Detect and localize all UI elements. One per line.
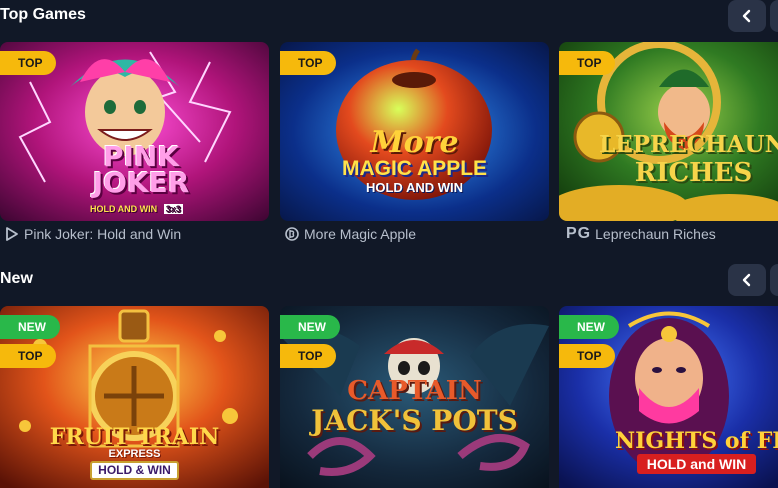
game-name: Leprechaun Riches <box>595 226 716 242</box>
game-card-captain-jacks-pots[interactable]: CAPTAIN JACK'S POTS NEW TOP <box>280 306 549 488</box>
top-badge: TOP <box>0 51 57 75</box>
game-name: Pink Joker: Hold and Win <box>24 226 182 242</box>
game-card-more-magic-apple[interactable]: More MAGIC APPLE HOLD AND WIN TOP <box>280 42 549 221</box>
chevron-left-icon <box>742 9 751 23</box>
top-badge: TOP <box>0 344 57 368</box>
top-games-next-button[interactable] <box>770 0 778 32</box>
top-badge: TOP <box>280 51 337 75</box>
top-badge: TOP <box>559 51 616 75</box>
section-title-top-games: Top Games <box>0 6 86 23</box>
game-art-title: More MAGIC APPLE HOLD AND WIN <box>341 125 488 196</box>
new-games-prev-button[interactable] <box>728 264 766 296</box>
new-games-next-button[interactable] <box>770 264 778 296</box>
chevron-left-icon <box>742 273 751 287</box>
new-badge: NEW <box>0 315 60 339</box>
game-caption-pink-joker[interactable]: Pink Joker: Hold and Win <box>4 224 181 244</box>
game-art-subtitle: HOLD AND WIN 3x3 <box>90 204 183 214</box>
game-card-leprechaun-riches[interactable]: LEPRECHAUN RICHES TOP <box>559 42 778 221</box>
game-card-fruit-train[interactable]: FRUIT TRAIN EXPRESS HOLD & WIN NEW TOP <box>0 306 269 488</box>
pg-provider-icon: PG <box>566 225 592 242</box>
game-art-title: CAPTAIN JACK'S POTS <box>311 376 518 437</box>
top-games-prev-button[interactable] <box>728 0 766 32</box>
game-name: More Magic Apple <box>304 226 417 242</box>
game-art-title: FRUIT TRAIN EXPRESS HOLD & WIN <box>0 426 269 480</box>
game-art-title: NIGHTS of FIRE HOLD and WIN <box>615 428 778 474</box>
game-caption-leprechaun-riches[interactable]: PG Leprechaun Riches <box>566 224 716 244</box>
game-caption-more-magic-apple[interactable]: More Magic Apple <box>284 224 416 244</box>
game-card-nights-of-fire[interactable]: NIGHTS of FIRE HOLD and WIN NEW TOP <box>559 306 778 488</box>
new-badge: NEW <box>559 315 619 339</box>
top-badge: TOP <box>280 344 337 368</box>
top-badge: TOP <box>559 344 616 368</box>
game-card-pink-joker[interactable]: PINK JOKER HOLD AND WIN 3x3 TOP <box>0 42 269 221</box>
playson-provider-icon <box>4 226 20 242</box>
booongo-provider-icon <box>284 226 300 242</box>
new-badge: NEW <box>280 315 340 339</box>
section-title-new: New <box>0 270 33 287</box>
game-art-title: LEPRECHAUN RICHES <box>599 131 778 189</box>
game-art-title: PINK JOKER <box>92 140 190 199</box>
